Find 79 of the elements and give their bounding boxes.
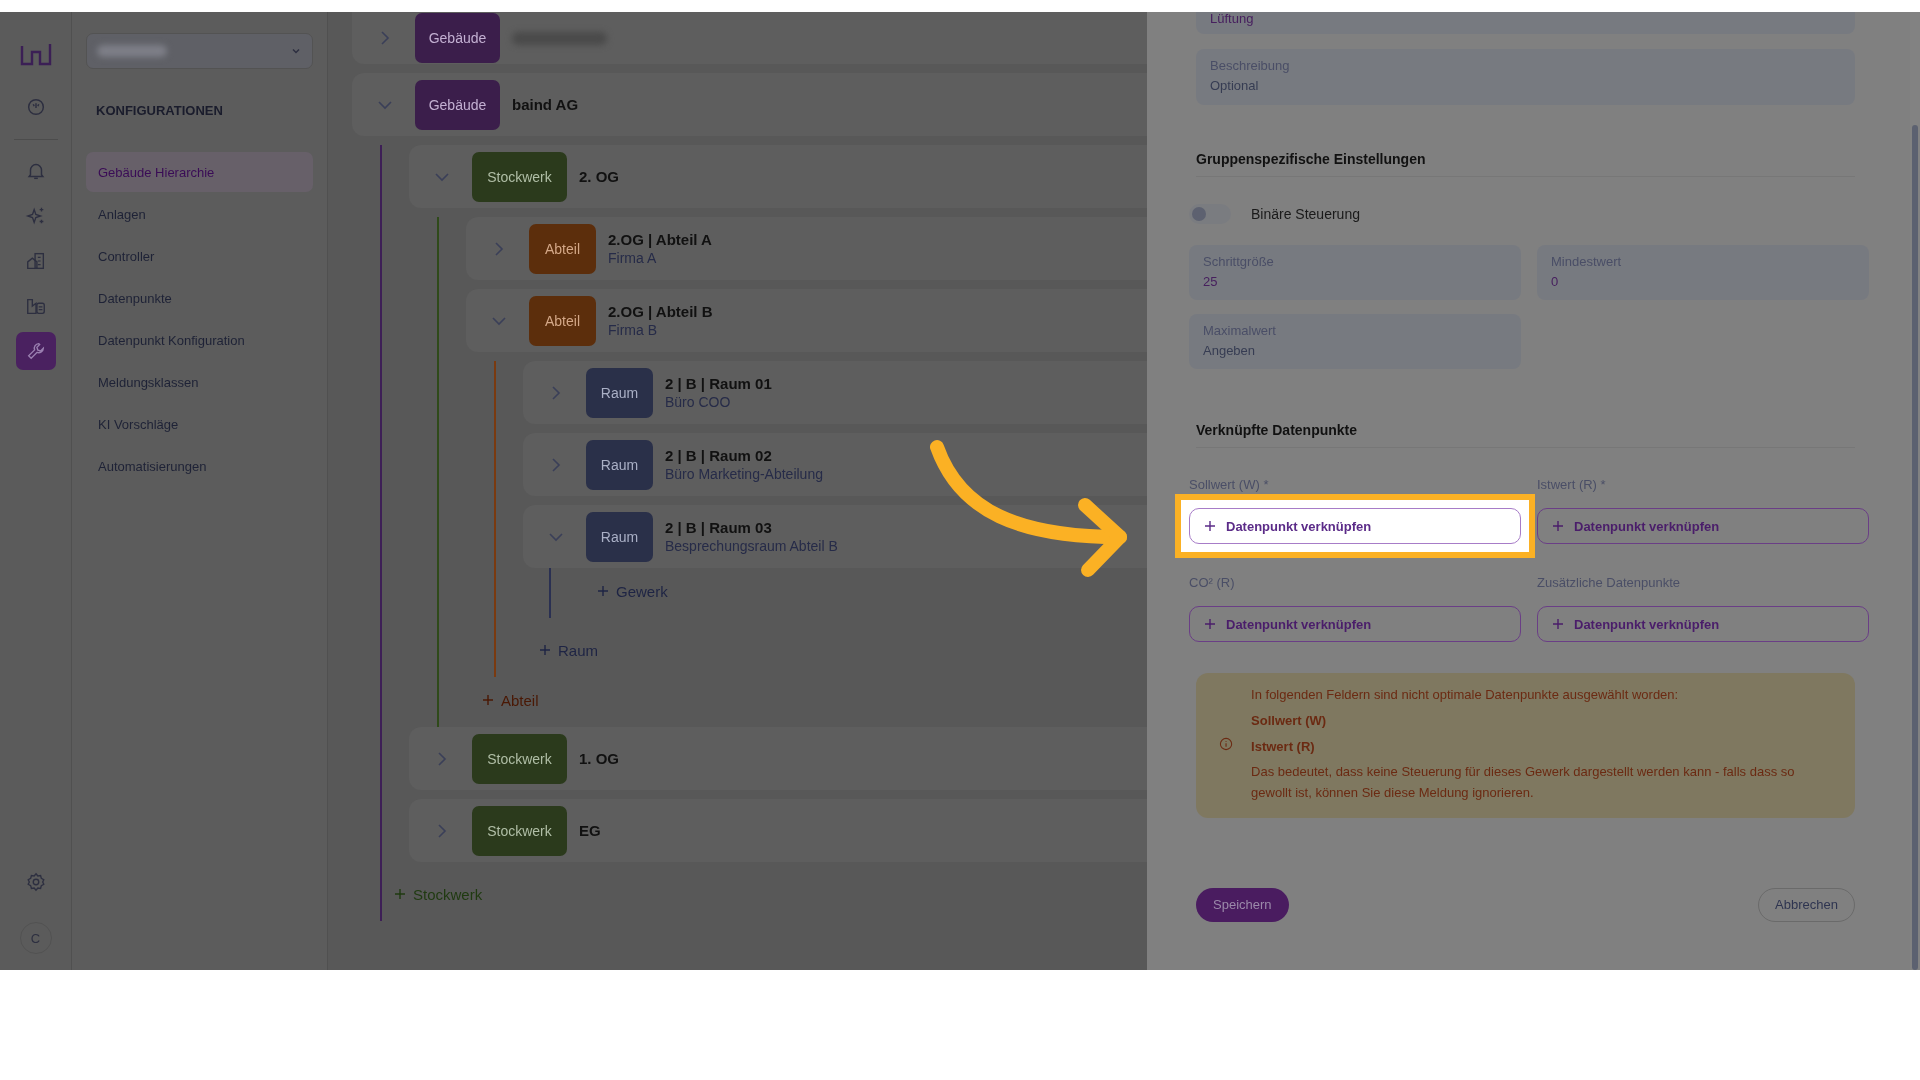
save-button[interactable]: Speichern [1196,888,1289,922]
nav-item[interactable]: KI Vorschläge [86,404,313,444]
redacted-text [97,45,167,57]
type-badge: Abteil [529,223,596,274]
plus-icon [597,585,609,597]
type-badge: Gebäude [415,13,500,63]
tree-node-card[interactable]: Abteil 2.OG | Abteil B Firma B [466,289,1147,352]
text-input[interactable]: 25 [1203,274,1507,289]
type-badge: Raum [586,439,653,490]
nav-item[interactable]: Datenpunkte [86,278,313,318]
text-input[interactable]: Lüftung [1210,12,1841,26]
type-badge: Abteil [529,295,596,346]
tree-node-card[interactable]: Stockwerk 2. OG [409,145,1147,208]
section-heading: Gruppenspezifische Einstellungen [1196,151,1855,177]
link-datapoint-button[interactable]: Datenpunkt verknüpfen [1537,508,1869,544]
tree-node-card[interactable]: Raum 2 | B | Raum 01 Büro COO [523,361,1147,424]
warning-text: In folgenden Feldern sind nicht optimale Datenpunkte ausgewählt worden: [1251,686,1680,704]
nav-item[interactable]: Automatisierungen [86,446,313,486]
warning-field: Istwert (R) [1251,736,1835,758]
tree-node-card[interactable]: Raum 2 | B | Raum 03 Besprechungsraum Abteil B [523,505,1147,568]
node-title: EG [579,822,601,839]
tree-node-card[interactable]: Abteil 2.OG | Abteil A Firma A [466,217,1147,280]
plus-icon [1552,618,1564,630]
nav-item[interactable]: Controller [86,236,313,276]
link-datapoint-button[interactable]: Datenpunkt verknüpfen [1189,606,1521,642]
node-title: 1. OG [579,750,619,767]
wrench-button[interactable] [15,332,56,370]
plus-icon [1552,520,1564,532]
tree-node-card[interactable]: Raum 2 | B | Raum 02 Büro Marketing-Abteilung [523,433,1147,496]
text-input[interactable]: Angeben [1203,343,1507,358]
add-node-link[interactable]: Stockwerk [378,871,483,917]
plus-icon [539,644,551,656]
type-badge: Raum [586,367,653,418]
link-datapoint-button[interactable]: Datenpunkt verknüpfen [1189,508,1521,544]
account-dropdown[interactable] [86,33,313,69]
buildings-icon [24,250,47,272]
node-subtitle: Büro Marketing-Abteilung [665,466,823,482]
add-node-link[interactable]: Abteil [466,677,539,723]
nav-item[interactable]: Meldungsklassen [86,362,313,402]
type-badge: Stockwerk [472,151,567,202]
nav-item[interactable]: Datenpunkt Konfiguration [86,320,313,360]
toggle-label: Binäre Steuerung [1251,206,1360,222]
tree-node-card[interactable]: Stockwerk EG [409,799,1147,862]
warning-field: Sollwert (W) [1251,710,1835,732]
plus-icon [482,694,494,706]
node-title: 2. OG [579,168,619,185]
settings-icon [24,871,47,893]
tree-node-card[interactable]: Gebäude [352,12,1147,64]
type-badge: Raum [586,511,653,562]
form-field[interactable]: Lüftung [1196,12,1855,34]
section-title: KONFIGURATIONEN [96,103,224,118]
type-badge: Gebäude [415,79,500,130]
node-subtitle: Firma A [608,250,658,266]
type-badge: Stockwerk [472,805,567,856]
add-node-link[interactable]: Gewerk [581,568,668,614]
tree-node-card[interactable]: Stockwerk 1. OG [409,727,1147,790]
node-title: 2 | B | Raum 01 [665,375,772,392]
plus-icon [394,888,406,900]
add-node-link[interactable]: Raum [523,627,598,673]
node-title: 2.OG | Abteil B [608,303,713,320]
warning-text: Das bedeutet, dass keine Steuerung für dieses Gewerk dargestellt werden kann - falls dass so gewollt ist, können Sie diese Meldung ignorieren. [1251,763,1796,803]
node-subtitle: Besprechungsraum Abteil B [665,538,838,554]
tree-node-card[interactable]: Gebäude baind AG [352,73,1147,136]
link-datapoint-button[interactable]: Datenpunkt verknüpfen [1537,606,1869,642]
text-input[interactable]: Optional [1210,78,1841,93]
node-title: 2 | B | Raum 03 [665,519,773,536]
plus-icon [1204,520,1216,532]
toggle-switch[interactable] [1189,204,1231,224]
node-title: baind AG [512,96,579,113]
nav-item[interactable]: Gebäude Hierarchie [86,152,313,192]
node-subtitle: Büro COO [665,394,732,410]
node-title: 2 | B | Raum 02 [665,447,773,464]
nav-item[interactable]: Anlagen [86,194,313,234]
node-subtitle: Firma B [608,322,658,338]
type-badge: Stockwerk [472,733,567,784]
node-title: 2.OG | Abteil A [608,231,712,248]
text-input[interactable]: 0 [1551,274,1855,289]
plus-icon [1204,618,1216,630]
section-heading: Verknüpfte Datenpunkte [1196,422,1855,448]
